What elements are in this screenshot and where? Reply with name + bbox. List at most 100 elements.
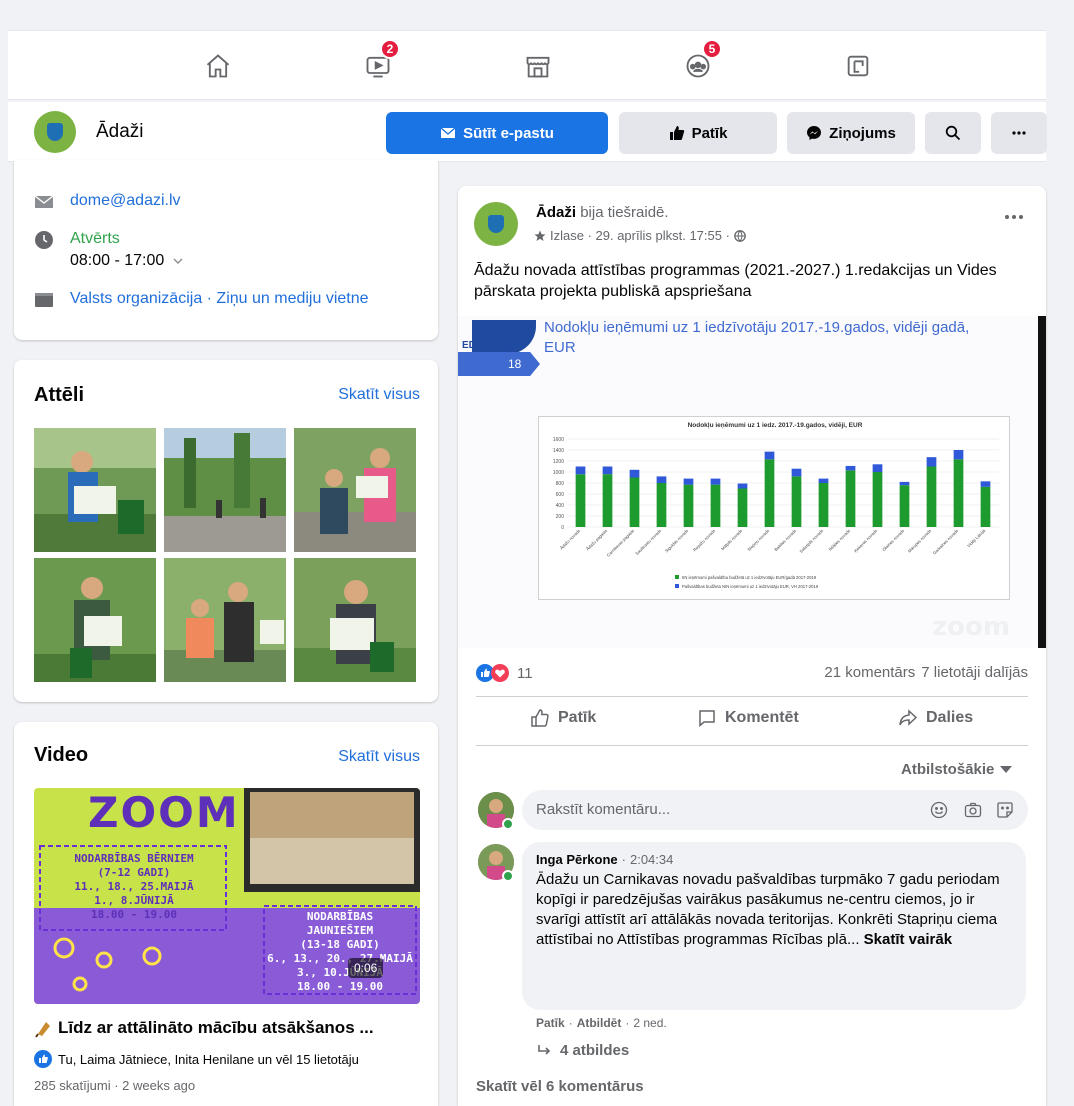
video-caption[interactable]: Līdz ar attālināto mācību atsākšanos ... xyxy=(34,1018,428,1038)
bar-blue xyxy=(818,478,829,483)
bar-blue xyxy=(899,481,910,486)
video-reactors[interactable]: Tu, Laima Jātniece, Inita Henilane un vē… xyxy=(34,1050,359,1068)
clapperboard-icon xyxy=(35,293,53,307)
nav-watch-tab[interactable]: 2 xyxy=(318,31,438,101)
bar-green xyxy=(602,474,613,527)
comment-sort-dropdown[interactable]: Atbilstošākie xyxy=(901,761,1013,778)
star-icon xyxy=(534,230,546,241)
y-tick-label: 1600 xyxy=(553,437,564,443)
comments-count[interactable]: 21 komentārs xyxy=(824,664,915,681)
top-strip xyxy=(0,0,1074,8)
bar-green xyxy=(737,488,748,527)
open-status: Atvērts xyxy=(70,230,120,247)
send-email-button[interactable]: Sūtīt e-pastu xyxy=(386,112,608,154)
reactions-summary[interactable]: 11 xyxy=(476,664,533,682)
post-options-button[interactable] xyxy=(1004,208,1024,226)
bar-blue xyxy=(845,465,856,471)
chevron-down-icon[interactable] xyxy=(172,255,184,267)
legend-swatch-green xyxy=(675,575,679,579)
bar-blue xyxy=(629,469,640,478)
reactions-count: 11 xyxy=(517,664,533,682)
thumbs-up-outline-icon xyxy=(531,709,549,727)
bar-blue xyxy=(764,451,775,460)
photo-thumbnail[interactable] xyxy=(294,428,416,552)
view-replies-link[interactable]: 4 atbildes xyxy=(536,1042,629,1059)
comment-timestamp[interactable]: 2:04:34 xyxy=(630,852,673,867)
comment-reply-link[interactable]: Atbildēt xyxy=(577,1016,622,1030)
category-row: Valsts organizācija · Ziņu un mediju vie… xyxy=(34,290,369,310)
photos-see-all-link[interactable]: Skatīt visus xyxy=(338,386,420,404)
page-search-button[interactable] xyxy=(925,112,981,154)
post-comment-button[interactable]: Komentēt xyxy=(697,708,799,728)
email-link[interactable]: dome@adazi.lv xyxy=(70,192,181,210)
mail-icon xyxy=(34,195,54,208)
x-tick-label: Vidēji Latvijā xyxy=(966,528,987,549)
x-tick-label: Ikšķiles novads xyxy=(828,528,852,552)
more-icon xyxy=(1005,215,1023,219)
videos-see-all-link[interactable]: Skatīt visus xyxy=(338,748,420,766)
photo-thumbnail[interactable] xyxy=(34,558,156,682)
bar-green xyxy=(980,486,991,527)
page-like-button[interactable]: Patīk xyxy=(619,112,777,154)
groups-badge: 5 xyxy=(702,39,722,59)
reply-arrow-icon xyxy=(538,1044,551,1055)
photos-card: Attēli Skatīt visus xyxy=(14,360,438,702)
marketplace-icon xyxy=(526,56,550,78)
page-name[interactable]: Ādaži xyxy=(96,121,144,143)
camera-icon[interactable] xyxy=(964,801,982,819)
nav-home-tab[interactable] xyxy=(158,31,278,101)
nav-marketplace-tab[interactable] xyxy=(478,31,598,101)
x-tick-label: Carnikavas pagasts xyxy=(606,528,636,558)
like-reaction-icon xyxy=(34,1050,52,1068)
bar-blue xyxy=(710,478,721,485)
post-action: bija tiešraidē. xyxy=(580,204,669,221)
y-tick-label: 600 xyxy=(556,492,565,498)
post-video[interactable]: EDO consult 18 Nodokļu ieņēmumi uz 1 ied… xyxy=(458,316,1046,648)
x-tick-label: Salaspils novads xyxy=(798,528,824,554)
comment-age: 2 ned. xyxy=(633,1016,667,1030)
emoji-icon[interactable] xyxy=(930,801,948,819)
nav-gaming-tab[interactable] xyxy=(798,31,918,101)
bar-green xyxy=(764,459,775,527)
comment-input[interactable]: Rakstīt komentāru... xyxy=(522,790,1028,830)
y-tick-label: 400 xyxy=(556,503,565,509)
x-tick-label: Ādažu novads xyxy=(559,528,581,550)
online-indicator xyxy=(502,818,514,830)
slide-number-tab xyxy=(458,352,540,376)
comment-like-link[interactable]: Patīk xyxy=(536,1016,565,1030)
view-more-comments-link[interactable]: Skatīt vēl 6 komentārus xyxy=(476,1078,644,1095)
page-logo[interactable] xyxy=(34,111,76,153)
email-row: dome@adazi.lv xyxy=(34,192,181,212)
bar-green xyxy=(899,485,910,527)
bar-blue xyxy=(737,483,748,489)
photo-thumbnail[interactable] xyxy=(34,428,156,552)
page-more-button[interactable] xyxy=(991,112,1047,154)
love-reaction-icon xyxy=(491,664,509,682)
post-author-avatar[interactable] xyxy=(474,202,518,246)
nav-groups-tab[interactable]: 5 xyxy=(638,31,758,101)
x-tick-label: Babītes novads xyxy=(773,528,797,552)
bar-green xyxy=(575,474,586,527)
video-views: 285 skatījumi · 2 weeks ago xyxy=(34,1078,196,1093)
sticker-icon[interactable] xyxy=(996,801,1014,819)
video-thumbnail[interactable]: ZOOM NODARBĪBAS BĒRNIEM (7-12 GADI) 11.,… xyxy=(34,788,420,1004)
video-slide: EDO consult 18 Nodokļu ieņēmumi uz 1 ied… xyxy=(458,316,1038,648)
bar-green xyxy=(791,476,802,527)
share-icon xyxy=(899,709,918,726)
post-author[interactable]: Ādaži xyxy=(536,204,576,221)
bar-blue xyxy=(980,481,991,487)
see-more-link[interactable]: Skatīt vairāk xyxy=(864,931,952,948)
photo-thumbnail[interactable] xyxy=(294,558,416,682)
x-tick-label: Ķekavas novads xyxy=(853,528,878,553)
bar-blue xyxy=(575,466,586,475)
backpack-emoji-icon xyxy=(35,1022,50,1038)
photo-thumbnail[interactable] xyxy=(164,428,286,552)
y-tick-label: 1000 xyxy=(553,470,564,476)
comment-author[interactable]: Inga Pērkone xyxy=(536,852,618,867)
page-message-button[interactable]: Ziņojums xyxy=(787,112,915,154)
shares-count[interactable]: 7 lietotāji dalījās xyxy=(921,664,1028,681)
post-share-button[interactable]: Dalies xyxy=(898,708,973,728)
post-like-button[interactable]: Patīk xyxy=(530,708,596,728)
category-links[interactable]: Valsts organizācija · Ziņu un mediju vie… xyxy=(70,290,369,308)
photo-thumbnail[interactable] xyxy=(164,558,286,682)
